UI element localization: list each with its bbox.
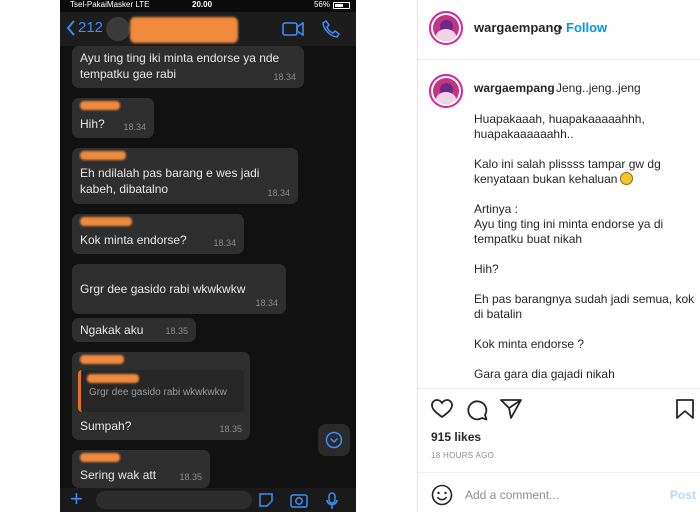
heart-icon[interactable]: [431, 399, 453, 419]
message-bubble: Ngakak aku 18.35: [72, 318, 196, 342]
message-bubble: Hih? 18.34: [72, 98, 154, 138]
sender-name-redacted: [80, 217, 132, 226]
caption-avatar[interactable]: [429, 74, 463, 108]
contact-name-redacted: [130, 17, 238, 43]
panel-divider: [417, 0, 418, 512]
comment-divider: [418, 472, 700, 473]
chevron-down-icon: [325, 431, 343, 449]
bookmark-icon[interactable]: [676, 399, 694, 419]
camera-icon[interactable]: [290, 492, 308, 508]
caption-paragraph: Huapakaaah, huapakaaaaahhh, huapakaaaaaa…: [474, 112, 645, 141]
caption-text: Kalo ini salah plissss tampar gw dg keny…: [474, 157, 661, 186]
comment-input[interactable]: Add a comment...: [465, 488, 559, 502]
follow-button[interactable]: Follow: [566, 20, 607, 35]
message-bubble: Grgr dee gasido rabi wkwkwkw Sumpah? 18.…: [72, 352, 250, 440]
avatar[interactable]: [429, 11, 463, 45]
unread-count: 212: [78, 19, 104, 36]
reply-quote[interactable]: Grgr dee gasido rabi wkwkwkw: [78, 370, 244, 412]
sender-name-redacted: [80, 101, 120, 110]
contact-avatar[interactable]: [106, 17, 130, 41]
message-bubble: Sering wak att 18.35: [72, 450, 210, 488]
caption-username[interactable]: wargaempang: [474, 81, 555, 95]
post-button[interactable]: Post: [670, 488, 696, 502]
message-input[interactable]: [96, 491, 252, 509]
scroll-down-button[interactable]: [318, 424, 350, 456]
post-timestamp: 18 HOURS AGO: [431, 451, 495, 460]
emoji-icon: [620, 172, 634, 185]
separator-dot: •: [558, 20, 563, 35]
header-divider: [418, 59, 700, 60]
plus-icon[interactable]: +: [70, 488, 83, 510]
message-time: 18.34: [123, 122, 146, 132]
caption-paragraph: Kok minta endorse ?: [474, 337, 585, 351]
message-input-bar: +: [60, 488, 356, 512]
message-time: 18.35: [179, 472, 202, 482]
microphone-icon[interactable]: [326, 492, 338, 510]
page: Tsel-PakaiMasker LTE 20.00 56% 212 Ayu t…: [0, 0, 700, 512]
carrier-name: Tsel-PakaiMasker: [70, 0, 134, 9]
message-text: Grgr dee gasido rabi wkwkwkw: [80, 282, 246, 296]
video-call-icon[interactable]: [282, 22, 304, 36]
message-time: 18.34: [267, 188, 290, 198]
message-bubble: Eh ndilalah pas barang e wes jadi kabeh,…: [72, 148, 298, 204]
caption-paragraph: Kalo ini salah plissss tampar gw dg keny…: [474, 157, 696, 187]
message-time: 18.35: [165, 326, 188, 336]
caption-paragraph: Gara gara dia gajadi nikah: [474, 367, 615, 381]
back-button[interactable]: 212: [66, 19, 103, 36]
emoji-icon[interactable]: [431, 484, 453, 506]
message-bubble: Ayu ting ting iki minta endorse ya nde t…: [72, 46, 304, 88]
quoted-text: Grgr dee gasido rabi wkwkwkw: [89, 387, 227, 398]
status-bar: Tsel-PakaiMasker LTE 20.00 56%: [60, 0, 356, 12]
caption-paragraph: Artinya : Ayu ting ting ini minta endors…: [474, 202, 664, 246]
message-time: 18.34: [255, 298, 278, 308]
battery-percent: 56%: [313, 0, 330, 9]
battery-icon: [333, 2, 350, 9]
actions-divider: [418, 388, 700, 389]
caption-paragraph: Hih?: [474, 262, 499, 276]
caption-first-line: Jeng..jeng..jeng: [556, 81, 641, 95]
post-username[interactable]: wargaempang: [474, 20, 561, 35]
quoted-sender-redacted: [87, 374, 139, 383]
like-count[interactable]: 915 likes: [431, 430, 481, 444]
message-time: 18.34: [273, 72, 296, 82]
message-bubble: Kok minta endorse? 18.34: [72, 214, 244, 254]
sender-name-redacted: [80, 355, 124, 364]
carrier-label: Tsel-PakaiMasker LTE: [70, 0, 149, 9]
caption-body: Huapakaaah, huapakaaaaahhh, huapakaaaaaa…: [474, 112, 696, 384]
sender-name-redacted: [80, 151, 126, 160]
message-bubble: Grgr dee gasido rabi wkwkwkw 18.34: [72, 264, 286, 314]
status-time: 20.00: [192, 0, 213, 9]
network-type: LTE: [135, 0, 150, 9]
caption-paragraph: Eh pas barangnya sudah jadi semua, kok d…: [474, 292, 695, 321]
sender-name-redacted: [80, 453, 120, 462]
chat-screenshot: Tsel-PakaiMasker LTE 20.00 56% 212 Ayu t…: [60, 0, 356, 512]
share-icon[interactable]: [500, 399, 522, 419]
chevron-left-icon: [66, 19, 75, 36]
message-text: Ayu ting ting iki minta endorse ya nde t…: [80, 51, 280, 81]
chat-header: 212: [60, 12, 356, 46]
sticker-icon[interactable]: [258, 492, 274, 508]
message-time: 18.35: [219, 424, 242, 434]
comment-icon[interactable]: [466, 399, 488, 421]
message-time: 18.34: [213, 238, 236, 248]
phone-icon[interactable]: [322, 20, 340, 38]
